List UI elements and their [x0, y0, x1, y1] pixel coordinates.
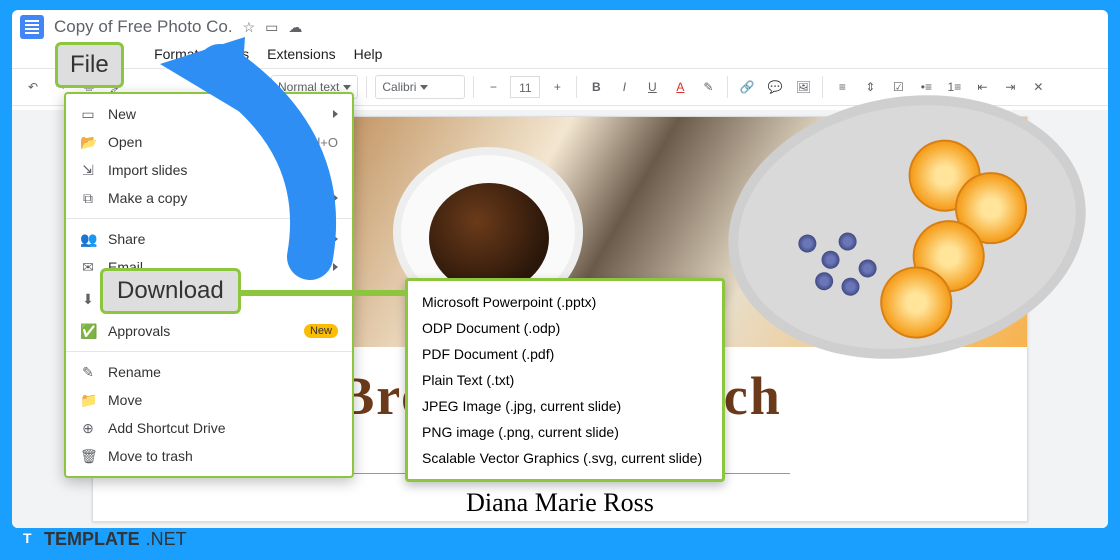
font-size-inc[interactable]: + — [546, 75, 568, 99]
download-txt[interactable]: Plain Text (.txt) — [408, 367, 722, 393]
insert-comment-button[interactable]: 💬 — [764, 75, 786, 99]
menu-format[interactable]: Format — [154, 46, 198, 62]
insert-image-button[interactable]: 🖼 — [792, 75, 814, 99]
file-callout: File — [55, 42, 124, 88]
highlight-button[interactable]: ✎ — [697, 75, 719, 99]
menu-item-trash[interactable]: 🗑Move to trash — [66, 442, 352, 470]
document-title[interactable]: Copy of Free Photo Co. — [54, 17, 233, 37]
menu-item-import[interactable]: ⇲Import slides — [66, 156, 352, 184]
undo-button[interactable]: ↶ — [22, 75, 44, 99]
menu-item-approvals[interactable]: ✅ApprovalsNew — [66, 317, 352, 345]
menu-item-new[interactable]: ▭New — [66, 100, 352, 128]
download-png[interactable]: PNG image (.png, current slide) — [408, 419, 722, 445]
download-icon: ⬇ — [80, 291, 96, 308]
download-submenu: Microsoft Powerpoint (.pptx) ODP Documen… — [405, 278, 725, 482]
text-color-button[interactable]: A — [669, 75, 691, 99]
copy-icon: ⧉ — [80, 190, 96, 207]
align-button[interactable]: ≡ — [831, 75, 853, 99]
title-bar: Copy of Free Photo Co. ☆ ▭ ☁ — [12, 10, 1108, 40]
menu-item-move[interactable]: 📁Move — [66, 386, 352, 414]
brand-text-a: TEMPLATE — [44, 529, 140, 550]
fruit-plate — [707, 68, 1107, 387]
menu-extensions[interactable]: Extensions — [267, 46, 335, 62]
open-icon: 📂 — [80, 134, 96, 151]
menu-bar: View Format Tools Extensions Help — [12, 40, 1108, 68]
menu-tools[interactable]: Tools — [216, 46, 249, 62]
docs-logo-icon[interactable] — [20, 15, 44, 39]
shortcut-icon: ⊕ — [80, 420, 96, 437]
font-size-dec[interactable]: − — [482, 75, 504, 99]
download-pdf[interactable]: PDF Document (.pdf) — [408, 341, 722, 367]
import-icon: ⇲ — [80, 162, 96, 179]
indent-inc-button[interactable]: ⇥ — [999, 75, 1021, 99]
download-jpg[interactable]: JPEG Image (.jpg, current slide) — [408, 393, 722, 419]
download-pptx[interactable]: Microsoft Powerpoint (.pptx) — [408, 289, 722, 315]
menu-item-open[interactable]: 📂OpenCtrl+O — [66, 128, 352, 156]
indent-dec-button[interactable]: ⇤ — [971, 75, 993, 99]
italic-button[interactable]: I — [613, 75, 635, 99]
menu-item-share[interactable]: 👥Share — [66, 225, 352, 253]
page-author: Diana Marie Ross — [93, 488, 1027, 518]
bold-button[interactable]: B — [585, 75, 607, 99]
download-svg[interactable]: Scalable Vector Graphics (.svg, current … — [408, 445, 722, 471]
clear-format-button[interactable]: ✕ — [1027, 75, 1049, 99]
menu-item-rename[interactable]: ✎Rename — [66, 358, 352, 386]
menu-help[interactable]: Help — [354, 46, 383, 62]
new-icon: ▭ — [80, 106, 96, 123]
download-callout: Download — [100, 268, 241, 314]
new-badge: New — [304, 324, 338, 338]
brand-text-b: .NET — [146, 529, 187, 550]
move-icon: 📁 — [80, 392, 96, 409]
menu-item-shortcut[interactable]: ⊕Add Shortcut Drive — [66, 414, 352, 442]
email-icon: ✉ — [80, 259, 96, 276]
move-folder-icon[interactable]: ▭ — [265, 19, 278, 36]
rename-icon: ✎ — [80, 364, 96, 381]
line-spacing-button[interactable]: ⇕ — [859, 75, 881, 99]
cloud-status-icon[interactable]: ☁ — [288, 19, 302, 36]
star-icon[interactable]: ☆ — [243, 19, 256, 36]
menu-item-copy[interactable]: ⧉Make a copy — [66, 184, 352, 212]
underline-button[interactable]: U — [641, 75, 663, 99]
title-icons: ☆ ▭ ☁ — [243, 19, 303, 36]
share-icon: 👥 — [80, 231, 96, 248]
insert-link-button[interactable]: 🔗 — [736, 75, 758, 99]
trash-icon: 🗑 — [80, 448, 96, 465]
font-size-input[interactable]: 11 — [510, 76, 540, 98]
download-odp[interactable]: ODP Document (.odp) — [408, 315, 722, 341]
footer-brand: TEMPLATE .NET — [18, 529, 187, 550]
font-dropdown[interactable]: Calibri — [375, 75, 465, 99]
download-stem — [240, 290, 408, 296]
brand-icon — [18, 530, 38, 550]
approvals-icon: ✅ — [80, 323, 96, 340]
